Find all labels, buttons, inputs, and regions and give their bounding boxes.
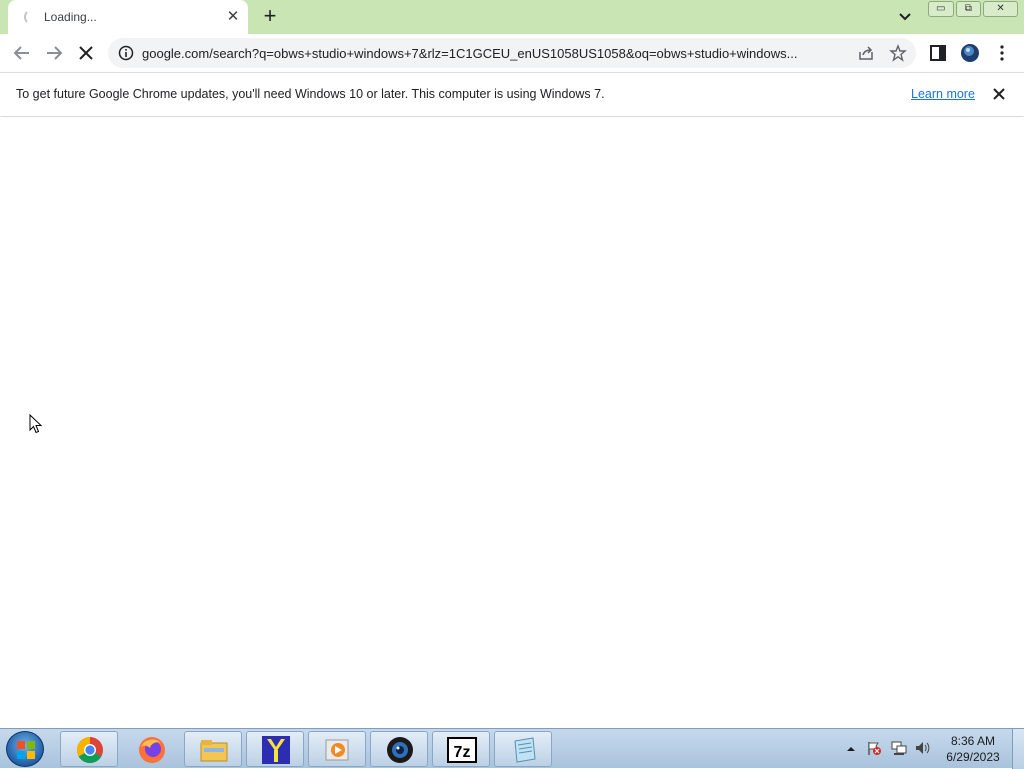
page-content <box>0 117 1024 728</box>
url-text[interactable]: google.com/search?q=obws+studio+windows+… <box>142 46 856 61</box>
side-panel-icon[interactable] <box>928 43 948 63</box>
start-button[interactable] <box>6 731 44 767</box>
learn-more-link[interactable]: Learn more <box>911 87 975 101</box>
share-icon[interactable] <box>857 44 875 62</box>
tab-strip: Loading... ✕ + ▭ ⧉ ✕ <box>0 0 1024 34</box>
taskbar-app-7zip[interactable]: 7z <box>432 731 490 767</box>
taskbar-app-yandex[interactable] <box>246 731 304 767</box>
show-desktop-button[interactable] <box>1012 729 1024 769</box>
file-explorer-icon <box>200 740 228 762</box>
back-arrow-icon[interactable] <box>10 41 34 65</box>
show-hidden-icons-arrow-icon[interactable] <box>846 744 856 754</box>
restore-button[interactable]: ⧉ <box>955 1 982 17</box>
tab-close-button[interactable]: ✕ <box>224 8 242 26</box>
tab-active[interactable]: Loading... ✕ <box>8 0 248 34</box>
taskbar-app-notepad[interactable] <box>494 731 552 767</box>
tab-title: Loading... <box>44 10 97 24</box>
taskbar-app-explorer[interactable] <box>184 731 242 767</box>
volume-speaker-icon[interactable] <box>914 740 930 756</box>
windows-logo-icon <box>17 741 35 759</box>
taskbar-app-media-player[interactable] <box>308 731 366 767</box>
window-close-button[interactable]: ✕ <box>983 1 1018 17</box>
minimize-button[interactable]: ▭ <box>928 1 954 17</box>
7zip-icon: 7z <box>447 737 477 763</box>
taskbar-app-chrome[interactable] <box>60 731 118 767</box>
network-icon[interactable] <box>891 740 907 756</box>
7zip-label: 7z <box>454 744 471 761</box>
update-infobar: To get future Google Chrome updates, you… <box>0 72 1024 116</box>
bookmark-star-icon[interactable] <box>889 44 907 62</box>
media-player-icon <box>325 739 349 761</box>
browser-toolbar: google.com/search?q=obws+studio+windows+… <box>0 34 1024 72</box>
yandex-icon <box>262 736 290 764</box>
infobar-message: To get future Google Chrome updates, you… <box>16 87 605 101</box>
action-center-flag-icon[interactable] <box>866 740 882 756</box>
system-clock[interactable]: 8:36 AM 6/29/2023 <box>940 733 1006 765</box>
forward-arrow-icon[interactable] <box>42 41 66 65</box>
new-tab-button[interactable]: + <box>258 5 282 29</box>
firefox-icon <box>139 737 165 763</box>
windows-taskbar: 7z 8:36 AM 6/29/2023 <box>0 728 1024 769</box>
mouse-cursor-icon <box>29 414 43 434</box>
profile-avatar-icon[interactable] <box>960 43 980 63</box>
clock-time: 8:36 AM <box>950 734 996 748</box>
camera-app-icon <box>387 737 413 763</box>
window-controls: ▭ ⧉ ✕ <box>928 1 1018 17</box>
chrome-menu-icon[interactable] <box>992 43 1012 63</box>
loading-spinner-icon <box>24 9 40 25</box>
site-info-icon[interactable] <box>118 45 134 61</box>
clock-date: 6/29/2023 <box>946 750 1000 764</box>
stop-loading-icon[interactable] <box>74 41 98 65</box>
chrome-icon <box>76 736 103 764</box>
infobar-close-icon[interactable] <box>990 85 1008 103</box>
taskbar-app-camera[interactable] <box>370 731 428 767</box>
tab-search-chevron-icon[interactable] <box>896 7 914 25</box>
address-bar[interactable]: google.com/search?q=obws+studio+windows+… <box>108 38 916 68</box>
taskbar-app-firefox[interactable] <box>122 731 180 767</box>
notepad-icon <box>514 737 536 763</box>
